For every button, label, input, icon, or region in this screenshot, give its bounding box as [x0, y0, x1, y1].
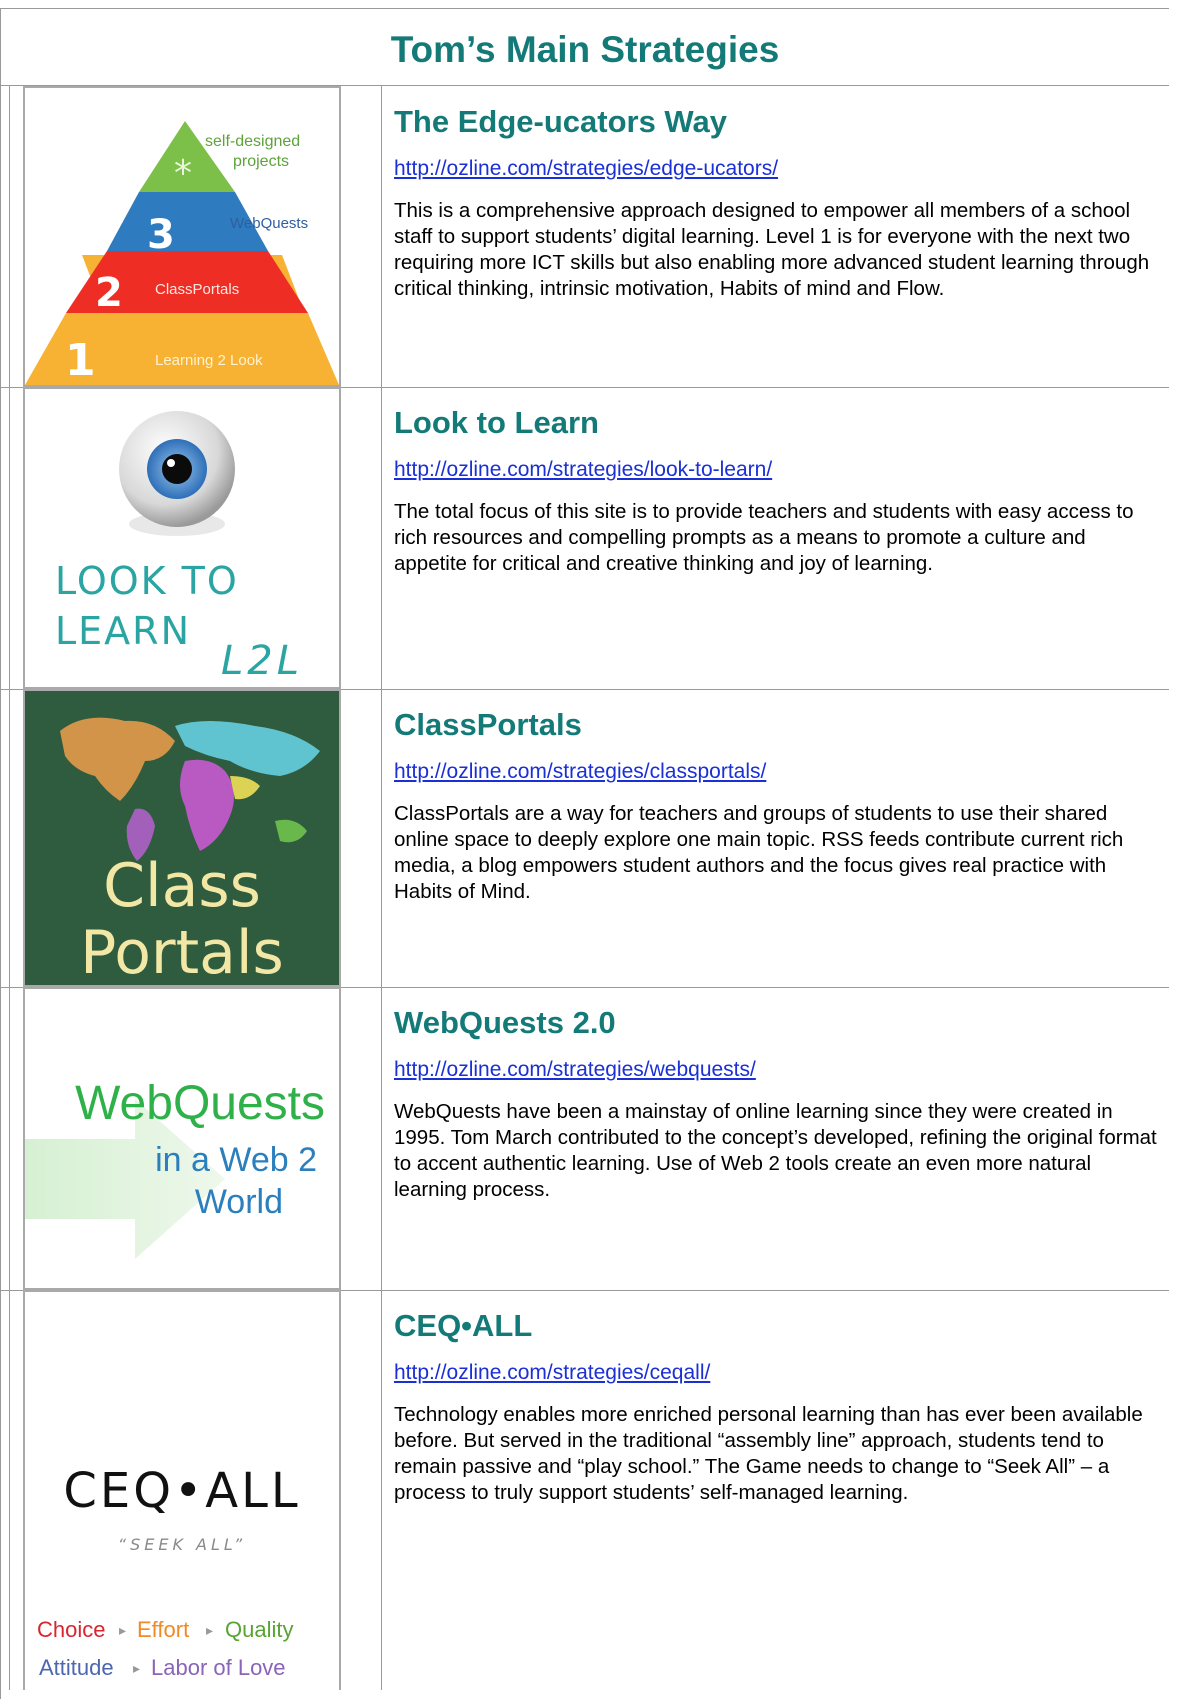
strategy-content: ClassPortals http://ozline.com/strategie… [394, 705, 1164, 905]
strategy-heading: Look to Learn [394, 405, 599, 440]
strategy-description: WebQuests have been a mainstay of online… [394, 1100, 1157, 1201]
eye-icon: LOOK TO LEARN L2L [23, 387, 341, 689]
strategy-description: This is a comprehensive approach designe… [394, 199, 1150, 300]
page-title: Tom’s Main Strategies [390, 29, 780, 70]
strategy-heading: CEQ•ALL [394, 1308, 533, 1343]
svg-text:1: 1 [65, 335, 96, 385]
svg-text:*: * [174, 153, 192, 194]
strategy-description: The total focus of this site is to provi… [394, 500, 1134, 575]
svg-text:Class: Class [103, 851, 261, 921]
svg-text:WebQuests: WebQuests [75, 1077, 325, 1130]
world-map-icon: Class Portals [23, 689, 341, 987]
svg-text:in a Web 2: in a Web 2 [155, 1141, 317, 1179]
strategy-heading: WebQuests 2.0 [394, 1005, 616, 1040]
strategy-row-ceqall: CEQ•ALL “SEEK ALL” Choice ▸ Effort ▸ Qua… [1, 1290, 1169, 1690]
strategy-row-webquests: WebQuests in a Web 2 World WebQuests 2.0… [1, 987, 1169, 1291]
ceqall-logo-icon: CEQ•ALL “SEEK ALL” Choice ▸ Effort ▸ Qua… [23, 1290, 341, 1690]
strategy-heading: ClassPortals [394, 707, 582, 742]
strategy-row-edge-ucators: * 3 2 1 self-designed projects WebQuests… [1, 86, 1169, 388]
strategy-link[interactable]: http://ozline.com/strategies/webquests/ [394, 1057, 1164, 1083]
svg-text:2: 2 [95, 270, 123, 316]
svg-text:L2L: L2L [221, 638, 303, 684]
strategy-link[interactable]: http://ozline.com/strategies/classportal… [394, 759, 1164, 785]
strategy-link[interactable]: http://ozline.com/strategies/edge-ucator… [394, 156, 1164, 182]
svg-text:▸: ▸ [206, 1622, 213, 1638]
svg-text:Choice: Choice [37, 1617, 105, 1642]
title-row: Tom’s Main Strategies [1, 9, 1169, 86]
arrow-icon: WebQuests in a Web 2 World [23, 987, 341, 1290]
svg-text:LEARN: LEARN [55, 609, 191, 653]
svg-text:“SEEK ALL”: “SEEK ALL” [118, 1535, 246, 1554]
svg-text:▸: ▸ [133, 1660, 140, 1676]
svg-text:CEQ•ALL: CEQ•ALL [63, 1463, 300, 1519]
pyramid-icon: * 3 2 1 self-designed projects WebQuests… [23, 86, 341, 387]
strategy-heading: The Edge-ucators Way [394, 104, 728, 139]
svg-text:World: World [195, 1183, 283, 1221]
svg-text:Quality: Quality [225, 1617, 293, 1642]
strategy-content: Look to Learn http://ozline.com/strategi… [394, 403, 1164, 577]
svg-text:▸: ▸ [119, 1622, 126, 1638]
svg-text:3: 3 [147, 212, 175, 258]
strategy-description: ClassPortals are a way for teachers and … [394, 802, 1124, 903]
strategy-row-look-to-learn: LOOK TO LEARN L2L Look to Learn http://o… [1, 387, 1169, 690]
svg-text:Attitude: Attitude [39, 1655, 114, 1680]
svg-text:ClassPortals: ClassPortals [155, 281, 239, 298]
svg-text:WebQuests: WebQuests [230, 215, 308, 232]
strategies-table: Tom’s Main Strategies * 3 2 1 self-desig… [0, 8, 1169, 1699]
strategy-content: CEQ•ALL http://ozline.com/strategies/ceq… [394, 1306, 1164, 1506]
svg-text:LOOK TO: LOOK TO [55, 559, 239, 603]
strategy-description: Technology enables more enriched persona… [394, 1403, 1143, 1504]
svg-text:Learning 2 Look: Learning 2 Look [155, 352, 263, 369]
strategy-row-classportals: Class Portals ClassPortals http://ozline… [1, 689, 1169, 988]
svg-text:Effort: Effort [137, 1617, 189, 1642]
svg-text:self-designed: self-designed [205, 133, 300, 150]
svg-text:Portals: Portals [80, 918, 284, 985]
strategy-link[interactable]: http://ozline.com/strategies/look-to-lea… [394, 457, 1164, 483]
svg-text:projects: projects [233, 153, 289, 170]
svg-text:Labor of Love: Labor of Love [151, 1655, 286, 1680]
strategy-content: WebQuests 2.0 http://ozline.com/strategi… [394, 1003, 1164, 1203]
strategy-link[interactable]: http://ozline.com/strategies/ceqall/ [394, 1360, 1164, 1386]
strategy-content: The Edge-ucators Way http://ozline.com/s… [394, 102, 1164, 302]
